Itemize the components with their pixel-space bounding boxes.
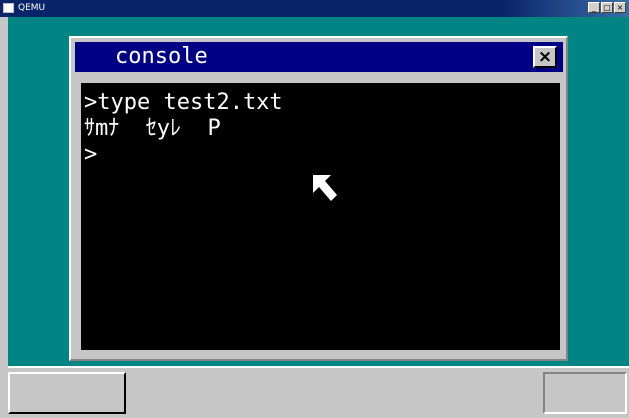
arrow-cursor-icon: [313, 175, 337, 201]
console-window: console × >type test2.txt ｻmﾅ ｾyﾚ P >: [69, 36, 568, 361]
guest-taskbar: [8, 366, 629, 418]
close-button[interactable]: ×: [614, 2, 626, 13]
host-window-controls: _ □ ×: [588, 2, 626, 13]
tray-area[interactable]: [543, 372, 627, 414]
qemu-host-window: QEMU _ □ × console × >type test2.txt ｻmﾅ…: [0, 0, 629, 418]
terminal-area[interactable]: >type test2.txt ｻmﾅ ｾyﾚ P >: [81, 83, 560, 350]
host-title-bar[interactable]: QEMU _ □ ×: [0, 0, 629, 17]
start-button[interactable]: [8, 372, 126, 414]
terminal-line-output: ｻmﾅ ｾyﾚ P: [84, 116, 221, 141]
terminal-line-command: >type test2.txt: [84, 90, 283, 115]
terminal-line-prompt: >: [84, 142, 98, 167]
window-icon: [3, 3, 14, 13]
console-title: console: [115, 44, 208, 69]
host-window-title: QEMU: [18, 3, 46, 13]
console-title-bar[interactable]: console ×: [75, 42, 563, 72]
minimize-button[interactable]: _: [588, 2, 600, 13]
maximize-button[interactable]: □: [601, 2, 613, 13]
console-close-button[interactable]: ×: [533, 46, 557, 68]
